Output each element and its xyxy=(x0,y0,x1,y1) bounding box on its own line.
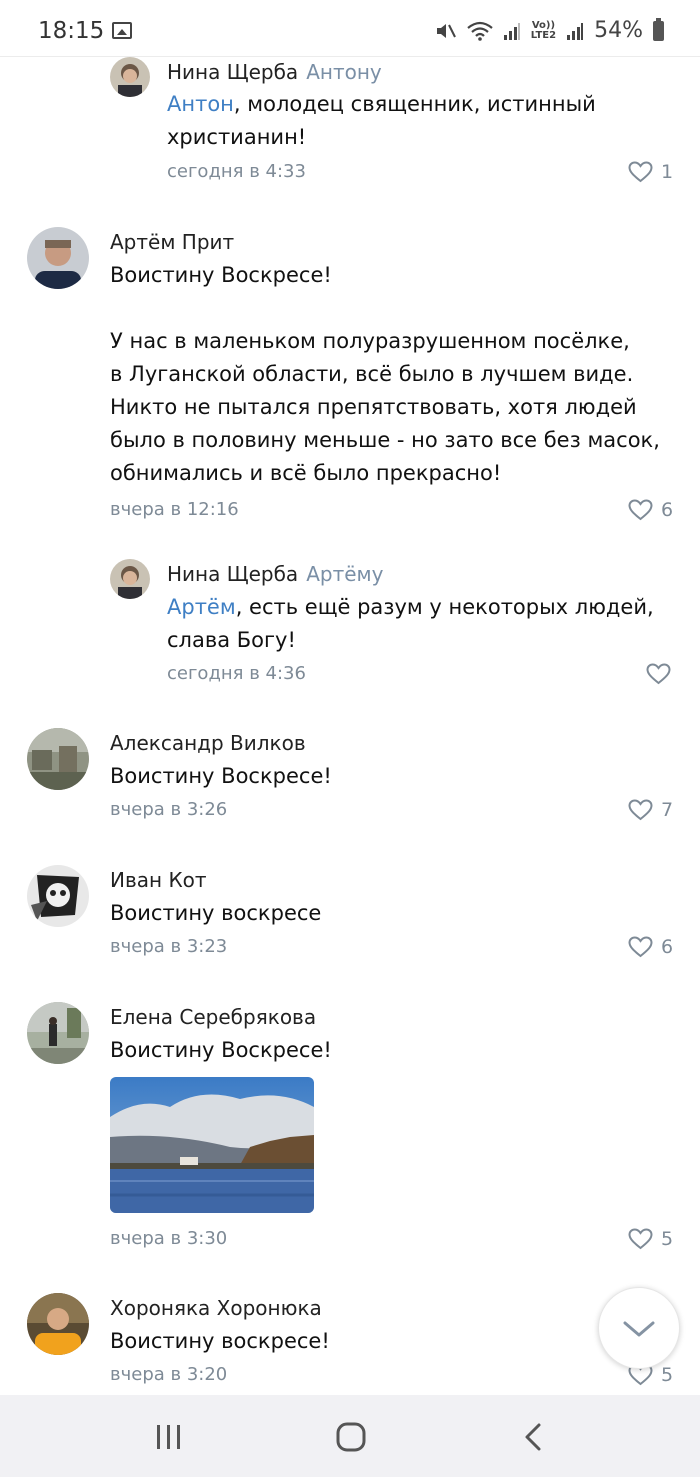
heart-icon xyxy=(628,799,653,821)
comment-author[interactable]: Артём Прит xyxy=(110,230,234,254)
chevron-down-icon xyxy=(623,1321,655,1337)
avatar[interactable] xyxy=(27,728,89,790)
lte-indicator: Vo)) LTE2 xyxy=(530,19,557,41)
comment-author[interactable]: Иван Кот xyxy=(110,868,207,892)
status-indicators: Vo)) LTE2 54% xyxy=(435,17,664,43)
avatar[interactable] xyxy=(110,57,150,97)
reply-to-label[interactable]: Антону xyxy=(306,60,382,84)
heart-icon xyxy=(628,161,653,183)
comment-author[interactable]: Елена Серебрякова xyxy=(110,1005,316,1029)
status-time: 18:15 xyxy=(38,18,105,44)
like-count: 6 xyxy=(661,936,674,958)
battery-icon xyxy=(653,17,664,41)
heart-icon xyxy=(646,663,671,685)
author-name[interactable]: Нина Щерба xyxy=(167,562,298,586)
like-button[interactable]: 7 xyxy=(628,799,673,821)
like-button[interactable] xyxy=(646,663,679,685)
comment-text: Антон, молодец священник, истинный христ… xyxy=(167,92,596,149)
like-count: 5 xyxy=(661,1228,674,1250)
author-name[interactable]: Нина Щерба xyxy=(167,60,298,84)
wifi-icon xyxy=(467,21,493,41)
reply-to-label[interactable]: Артёму xyxy=(306,562,383,586)
like-button[interactable]: 6 xyxy=(628,936,673,958)
back-icon[interactable] xyxy=(514,1417,554,1457)
like-count: 7 xyxy=(661,799,674,821)
comment-author[interactable]: Нина Щерба Антону xyxy=(167,60,382,84)
comment-author[interactable]: Александр Вилков xyxy=(110,731,306,755)
comment-time: вчера в 3:20 xyxy=(110,1364,228,1385)
attached-photo[interactable] xyxy=(110,1077,314,1213)
avatar[interactable] xyxy=(27,1293,89,1355)
comment-time: вчера в 12:16 xyxy=(110,499,239,520)
signal-icon-2 xyxy=(567,22,584,40)
like-button[interactable]: 5 xyxy=(628,1228,673,1250)
comment-text: Воистину воскресе! xyxy=(110,1329,330,1353)
signal-icon-1 xyxy=(503,22,520,40)
status-bar: 18:15 Vo)) LTE2 54% xyxy=(0,0,700,57)
avatar[interactable] xyxy=(27,865,89,927)
comment-author[interactable]: Нина Щерба Артёму xyxy=(167,562,383,586)
comment-time: сегодня в 4:36 xyxy=(167,663,306,684)
mention-link[interactable]: Антон xyxy=(167,92,234,116)
mention-link[interactable]: Артём xyxy=(167,595,236,619)
comment-time: вчера в 3:26 xyxy=(110,799,228,820)
comment-time: вчера в 3:23 xyxy=(110,936,228,957)
comment-text: Воистину Воскресе! xyxy=(110,764,332,788)
mute-icon xyxy=(436,23,456,38)
volte-label: Vo)) xyxy=(531,19,556,31)
comment-time: вчера в 3:30 xyxy=(110,1228,228,1249)
like-button[interactable]: 1 xyxy=(628,161,673,183)
heart-icon xyxy=(628,1228,653,1250)
heart-icon xyxy=(628,499,653,521)
like-count: 1 xyxy=(661,161,674,183)
comment-text: Воистину воскресе xyxy=(110,901,322,925)
home-icon[interactable] xyxy=(331,1417,371,1457)
lte-label: LTE2 xyxy=(530,29,557,41)
like-button[interactable]: 6 xyxy=(628,499,673,521)
gallery-notification-icon xyxy=(112,22,132,39)
like-count: 6 xyxy=(661,499,674,521)
system-nav-bar xyxy=(0,1395,700,1477)
comment-text: Воистину Воскресе! xyxy=(110,1038,332,1062)
avatar[interactable] xyxy=(27,1002,89,1064)
comment-author[interactable]: Хороняка Хоронюка xyxy=(110,1296,322,1320)
comment-text: Воистину Воскресе! У нас в маленьком пол… xyxy=(110,263,660,485)
recents-icon[interactable] xyxy=(149,1417,189,1457)
scroll-down-button[interactable] xyxy=(598,1287,680,1369)
heart-icon xyxy=(628,936,653,958)
comment-time: сегодня в 4:33 xyxy=(167,161,306,182)
avatar[interactable] xyxy=(27,227,89,289)
avatar[interactable] xyxy=(110,559,150,599)
battery-percent: 54% xyxy=(594,18,643,43)
comment-text: Артём, есть ещё разум у некоторых людей,… xyxy=(167,595,654,652)
